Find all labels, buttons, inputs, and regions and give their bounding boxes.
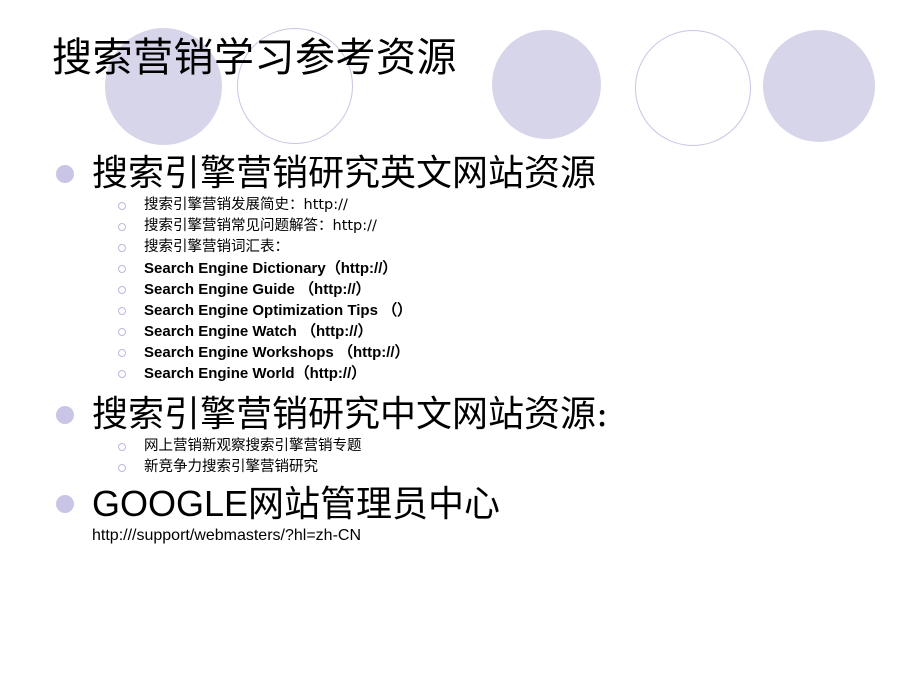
sub-bullet-list: 搜索引擎营销发展简史：http:// 搜索引擎营销常见问题解答：http:// … (92, 195, 920, 384)
list-item[interactable]: 搜索引擎营销词汇表： (118, 237, 920, 258)
bullet-dot-icon (56, 494, 74, 513)
list-item[interactable]: 网上营销新观察搜索引擎营销专题 (118, 436, 920, 457)
list-item[interactable]: Search Engine Dictionary（http://） (118, 258, 920, 279)
list-item-text: Search Engine Watch （http://） (144, 323, 373, 341)
list-item[interactable]: Search Engine Guide （http://） (118, 279, 920, 300)
sub-bullet-ring-icon (118, 443, 126, 452)
slide: 搜索营销学习参考资源 搜索引擎营销研究英文网站资源 搜索引擎营销发展简史：htt… (0, 0, 920, 690)
page-title: 搜索营销学习参考资源 (52, 35, 457, 81)
list-item[interactable]: Search Engine Workshops （http://） (118, 342, 920, 363)
list-item[interactable]: 搜索引擎营销发展简史：http:// (118, 195, 920, 216)
google-webmaster-url[interactable]: http:///support/webmasters/?hl=zh-CN (0, 526, 920, 546)
section-heading-text: GOOGLE网站管理员中心 (92, 483, 501, 525)
list-item-text: Search Engine Workshops （http://） (144, 344, 410, 362)
list-item-text: 搜索引擎营销发展简史：http:// (144, 197, 348, 214)
bullet-dot-icon (56, 164, 74, 183)
list-item[interactable]: Search Engine Optimization Tips （） (118, 300, 920, 321)
list-item-text: 搜索引擎营销词汇表： (144, 239, 289, 256)
sub-bullet-list: 网上营销新观察搜索引擎营销专题 新竞争力搜索引擎营销研究 (92, 436, 920, 478)
section-heading: GOOGLE网站管理员中心 (56, 482, 920, 525)
sub-bullet-ring-icon (118, 223, 126, 232)
section-english-resources: 搜索引擎营销研究英文网站资源 搜索引擎营销发展简史：http:// 搜索引擎营销… (0, 152, 920, 384)
sub-bullet-ring-icon (118, 307, 126, 316)
circle-4-decoration (635, 30, 751, 146)
list-item-text: Search Engine Dictionary（http://） (144, 260, 398, 278)
circle-3-decoration (492, 30, 601, 139)
circle-5-decoration (763, 30, 875, 142)
list-item-text: 网上营销新观察搜索引擎营销专题 (144, 438, 362, 455)
list-item-text: Search Engine Guide （http://） (144, 281, 371, 299)
section-heading-text: 搜索引擎营销研究英文网站资源 (92, 153, 597, 194)
list-item-text: Search Engine Optimization Tips （） (144, 302, 413, 320)
list-item[interactable]: 新竞争力搜索引擎营销研究 (118, 457, 920, 478)
sub-bullet-ring-icon (118, 464, 126, 473)
list-item-text: 新竞争力搜索引擎营销研究 (144, 459, 318, 476)
section-heading: 搜索引擎营销研究中文网站资源: (56, 393, 920, 436)
section-heading-text: 搜索引擎营销研究中文网站资源: (92, 394, 609, 436)
sub-bullet-ring-icon (118, 202, 126, 211)
sub-bullet-ring-icon (118, 265, 126, 274)
sub-bullet-ring-icon (118, 370, 126, 379)
section-heading: 搜索引擎营销研究英文网站资源 (56, 152, 920, 195)
list-item-text: 搜索引擎营销常见问题解答：http:// (144, 218, 377, 235)
slide-body: 搜索引擎营销研究英文网站资源 搜索引擎营销发展简史：http:// 搜索引擎营销… (0, 152, 920, 546)
list-item[interactable]: Search Engine Watch （http://） (118, 321, 920, 342)
list-item[interactable]: Search Engine World（http://） (118, 363, 920, 384)
list-item-text: Search Engine World（http://） (144, 365, 367, 383)
sub-bullet-ring-icon (118, 286, 126, 295)
sub-bullet-ring-icon (118, 328, 126, 337)
section-chinese-resources: 搜索引擎营销研究中文网站资源: 网上营销新观察搜索引擎营销专题 新竞争力搜索引擎… (0, 393, 920, 478)
sub-bullet-ring-icon (118, 244, 126, 253)
list-item[interactable]: 搜索引擎营销常见问题解答：http:// (118, 216, 920, 237)
sub-bullet-ring-icon (118, 349, 126, 358)
section-google-webmaster-central: GOOGLE网站管理员中心 (0, 482, 920, 525)
bullet-dot-icon (56, 405, 74, 424)
